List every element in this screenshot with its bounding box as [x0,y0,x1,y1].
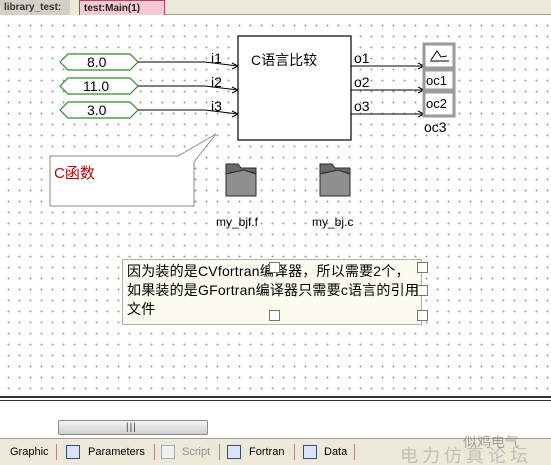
port-label-o1: o1 [354,50,370,66]
output-meter-oc3[interactable]: oc2 [422,90,456,118]
parameters-icon [66,445,80,459]
note-resize-handle[interactable] [269,310,280,321]
output-meter-oc2[interactable]: oc1 [422,68,456,92]
constant-value-1: 8.0 [87,54,107,70]
constant-value-2: 11.0 [83,78,109,94]
data-icon [303,445,317,459]
watermark-logo-text: 似鸡电气 [463,434,519,450]
note-resize-handle[interactable] [417,285,428,296]
block-title: C语言比较 [251,52,317,68]
document-tab-strip: library_test: test:Main(1) [0,0,551,15]
tab-parameters[interactable]: Parameters [88,443,145,461]
port-label-i3: i3 [211,98,222,114]
note-resize-handle[interactable] [417,310,428,321]
note-resize-handle[interactable] [417,262,428,273]
output-meter-oc1[interactable] [422,42,456,70]
tab-separator [354,444,355,460]
tab-library-test[interactable]: library_test: [0,0,72,15]
canvas-bottom-border [0,396,551,401]
constant-block-3[interactable]: 3.0 [59,101,139,119]
tab-graphic[interactable]: Graphic [10,443,49,461]
tab-separator [219,444,220,460]
tab-script[interactable]: Script [182,443,210,461]
file-label-my-bj: my_bj.c [312,215,354,229]
callout-text: C函数 [54,165,95,182]
script-icon [161,445,175,459]
constant-value-3: 3.0 [87,102,107,118]
tab-separator [154,444,155,460]
port-label-o2: o2 [354,74,370,90]
c-compare-block[interactable]: C语言比较 [237,35,352,141]
tab-data[interactable]: Data [324,443,347,461]
port-label-o3: o3 [354,98,370,114]
constant-block-1[interactable]: 8.0 [59,53,139,71]
port-label-i1: i1 [211,50,222,66]
tab-separator [294,444,295,460]
meter-label-oc3: oc3 [424,119,447,135]
schematic-drawing: 8.0 11.0 3.0 i1 i2 i3 C语言比较 o1 o2 o3 oc1… [49,35,456,207]
meter-label-oc2: oc2 [426,96,447,111]
tab-separator [56,444,57,460]
fortran-icon [227,445,241,459]
file-label-my-bjf: my_bjf.f [216,215,259,229]
port-label-i2: i2 [211,74,222,90]
note-box[interactable]: 因为装的是CVfortran编译器，所以需要2个，如果装的是GFortran编译… [122,259,428,325]
scroll-grip-icon: ||| [126,422,137,433]
input-wires [138,61,240,118]
note-resize-handle[interactable] [269,262,280,273]
schematic-canvas[interactable]: 8.0 11.0 3.0 i1 i2 i3 C语言比较 o1 o2 o3 oc1… [0,16,551,396]
constant-block-2[interactable]: 11.0 [59,77,139,95]
meter-label-oc1: oc1 [426,73,447,88]
horizontal-scrollbar-thumb[interactable]: ||| [58,420,208,435]
tab-fortran[interactable]: Fortran [249,443,284,461]
tab-test-main[interactable]: test:Main(1) [79,0,165,15]
